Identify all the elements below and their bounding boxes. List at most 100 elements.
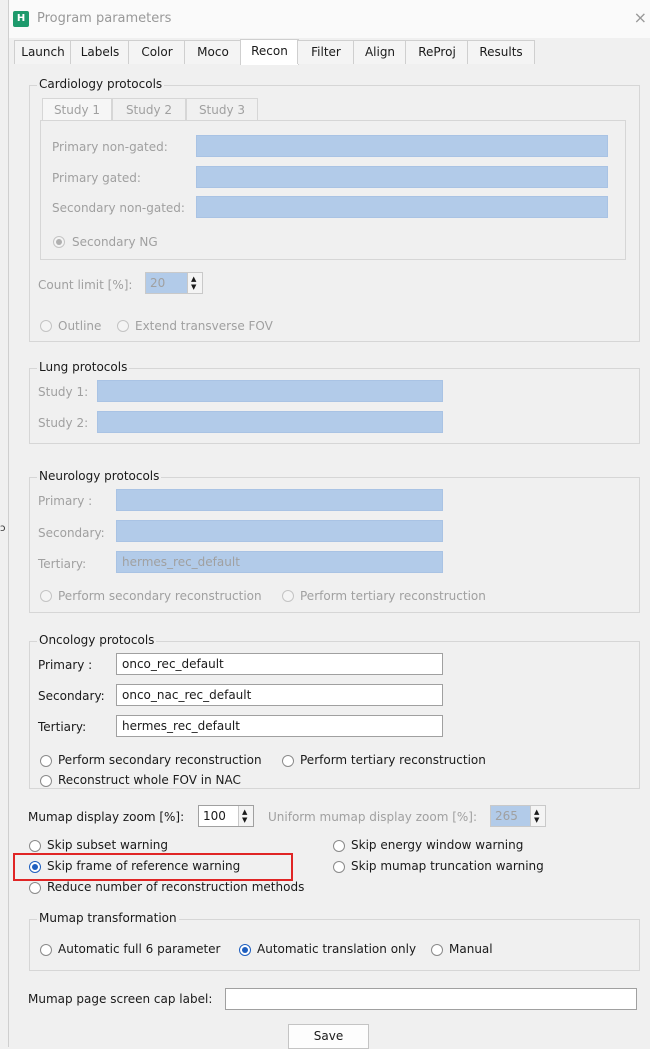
lung-study-1-label: Study 1:	[38, 385, 89, 399]
onco-perform-secondary-radio[interactable]	[40, 755, 52, 767]
uniform-zoom-spinbox[interactable]: 265 ▲ ▼	[490, 805, 546, 827]
neuro-secondary-field[interactable]	[116, 520, 443, 542]
skip-frame-radio[interactable]	[29, 861, 41, 873]
neuro-secondary-label: Secondary:	[38, 526, 105, 540]
reduce-methods-label: Reduce number of reconstruction methods	[47, 880, 305, 894]
auto-translation-label: Automatic translation only	[257, 942, 417, 956]
extend-fov-radio[interactable]	[117, 320, 129, 332]
onco-tertiary-field[interactable]: hermes_rec_default	[116, 715, 443, 737]
mumap-zoom-spinbox[interactable]: 100 ▲ ▼	[198, 805, 254, 827]
tab-reproj[interactable]: ReProj	[405, 40, 469, 64]
lung-study-2-label: Study 2:	[38, 416, 89, 430]
mumap-zoom-spin-buttons[interactable]: ▲ ▼	[238, 806, 253, 826]
cardiology-title: Cardiology protocols	[37, 77, 165, 91]
skip-energy-radio[interactable]	[333, 840, 345, 852]
secondary-nongated-field[interactable]	[196, 196, 608, 218]
neuro-perform-secondary-label: Perform secondary reconstruction	[58, 589, 262, 603]
auto-full-label: Automatic full 6 parameter	[58, 942, 221, 956]
outline-label: Outline	[58, 319, 102, 333]
tab-color[interactable]: Color	[128, 40, 186, 64]
primary-nongated-label: Primary non-gated:	[52, 140, 168, 154]
count-limit-spinbox[interactable]: 20 ▲ ▼	[145, 272, 203, 294]
mumap-zoom-label: Mumap display zoom [%]:	[28, 810, 185, 824]
skip-mumap-trunc-radio[interactable]	[333, 861, 345, 873]
onco-primary-label: Primary :	[38, 658, 93, 672]
subtab-study-3[interactable]: Study 3	[186, 98, 258, 121]
tab-moco[interactable]: Moco	[184, 40, 242, 64]
neuro-tertiary-field[interactable]: hermes_rec_default	[116, 551, 443, 573]
cap-label: Mumap page screen cap label:	[28, 992, 213, 1006]
auto-full-radio[interactable]	[40, 944, 52, 956]
count-limit-value: 20	[150, 276, 166, 290]
count-limit-spin-buttons[interactable]: ▲ ▼	[187, 273, 202, 293]
subtab-study-2[interactable]: Study 2	[112, 98, 186, 121]
uniform-zoom-label: Uniform mumap display zoom [%]:	[268, 810, 478, 824]
onco-tertiary-label: Tertiary:	[38, 720, 87, 734]
onco-reconstruct-whole-radio[interactable]	[40, 775, 52, 787]
reduce-methods-radio[interactable]	[29, 882, 41, 894]
skip-frame-label: Skip frame of reference warning	[47, 859, 241, 873]
skip-mumap-trunc-label: Skip mumap truncation warning	[351, 859, 544, 873]
onco-perform-tertiary-label: Perform tertiary reconstruction	[300, 753, 486, 767]
lung-title: Lung protocols	[37, 360, 130, 374]
extend-fov-label: Extend transverse FOV	[135, 319, 273, 333]
onco-tertiary-value: hermes_rec_default	[122, 719, 240, 733]
neuro-perform-secondary-radio[interactable]	[40, 590, 52, 602]
mumap-transformation-title: Mumap transformation	[37, 911, 179, 925]
onco-secondary-value: onco_nac_rec_default	[122, 688, 252, 702]
onco-perform-secondary-label: Perform secondary reconstruction	[58, 753, 262, 767]
auto-translation-radio[interactable]	[239, 944, 251, 956]
neuro-perform-tertiary-radio[interactable]	[282, 590, 294, 602]
neuro-tertiary-label: Tertiary:	[38, 557, 87, 571]
skip-subset-label: Skip subset warning	[47, 838, 169, 852]
spin-down-icon[interactable]: ▼	[191, 284, 196, 291]
oncology-title: Oncology protocols	[37, 633, 157, 647]
neuro-tertiary-value: hermes_rec_default	[122, 555, 240, 569]
neuro-primary-field[interactable]	[116, 489, 443, 511]
spin-up-icon[interactable]: ▲	[242, 809, 247, 816]
spin-up-icon[interactable]: ▲	[534, 809, 539, 816]
onco-secondary-label: Secondary:	[38, 689, 105, 703]
close-icon[interactable]: ×	[634, 8, 647, 27]
tab-filter[interactable]: Filter	[297, 40, 355, 64]
neurology-title: Neurology protocols	[37, 469, 162, 483]
uniform-zoom-value: 265	[495, 809, 518, 823]
tab-align[interactable]: Align	[353, 40, 407, 64]
uniform-zoom-spin-buttons[interactable]: ▲ ▼	[530, 806, 545, 826]
count-limit-label: Count limit [%]:	[38, 278, 133, 292]
secondary-nongated-label: Secondary non-gated:	[52, 201, 185, 215]
spin-up-icon[interactable]: ▲	[191, 276, 196, 283]
cap-label-field[interactable]	[225, 988, 637, 1010]
manual-radio[interactable]	[431, 944, 443, 956]
tab-launch[interactable]: Launch	[14, 40, 72, 64]
spin-down-icon[interactable]: ▼	[534, 817, 539, 824]
mumap-zoom-value: 100	[203, 809, 226, 823]
app-icon: H	[13, 11, 29, 27]
onco-secondary-field[interactable]: onco_nac_rec_default	[116, 684, 443, 706]
onco-reconstruct-whole-label: Reconstruct whole FOV in NAC	[58, 773, 241, 787]
tab-recon[interactable]: Recon	[240, 39, 299, 65]
primary-nongated-field[interactable]	[196, 135, 608, 157]
onco-primary-field[interactable]: onco_rec_default	[116, 653, 443, 675]
tab-results[interactable]: Results	[467, 40, 535, 64]
save-button[interactable]: Save	[288, 1024, 369, 1049]
onco-perform-tertiary-radio[interactable]	[282, 755, 294, 767]
primary-gated-label: Primary gated:	[52, 171, 141, 185]
neuro-perform-tertiary-label: Perform tertiary reconstruction	[300, 589, 486, 603]
manual-label: Manual	[449, 942, 493, 956]
skip-subset-radio[interactable]	[29, 840, 41, 852]
skip-energy-label: Skip energy window warning	[351, 838, 524, 852]
lung-study-2-field[interactable]	[97, 411, 443, 433]
lung-study-1-field[interactable]	[97, 380, 443, 402]
primary-gated-field[interactable]	[196, 166, 608, 188]
title-bar: H Program parameters ×	[9, 0, 650, 38]
secondary-ng-radio[interactable]	[53, 236, 65, 248]
edge-mark: ɔ	[0, 523, 6, 534]
secondary-ng-label: Secondary NG	[72, 235, 158, 249]
onco-primary-value: onco_rec_default	[122, 657, 224, 671]
subtab-study-1[interactable]: Study 1	[42, 98, 112, 121]
tab-labels[interactable]: Labels	[70, 40, 130, 64]
spin-down-icon[interactable]: ▼	[242, 817, 247, 824]
outline-radio[interactable]	[40, 320, 52, 332]
window-title: Program parameters	[37, 11, 172, 26]
